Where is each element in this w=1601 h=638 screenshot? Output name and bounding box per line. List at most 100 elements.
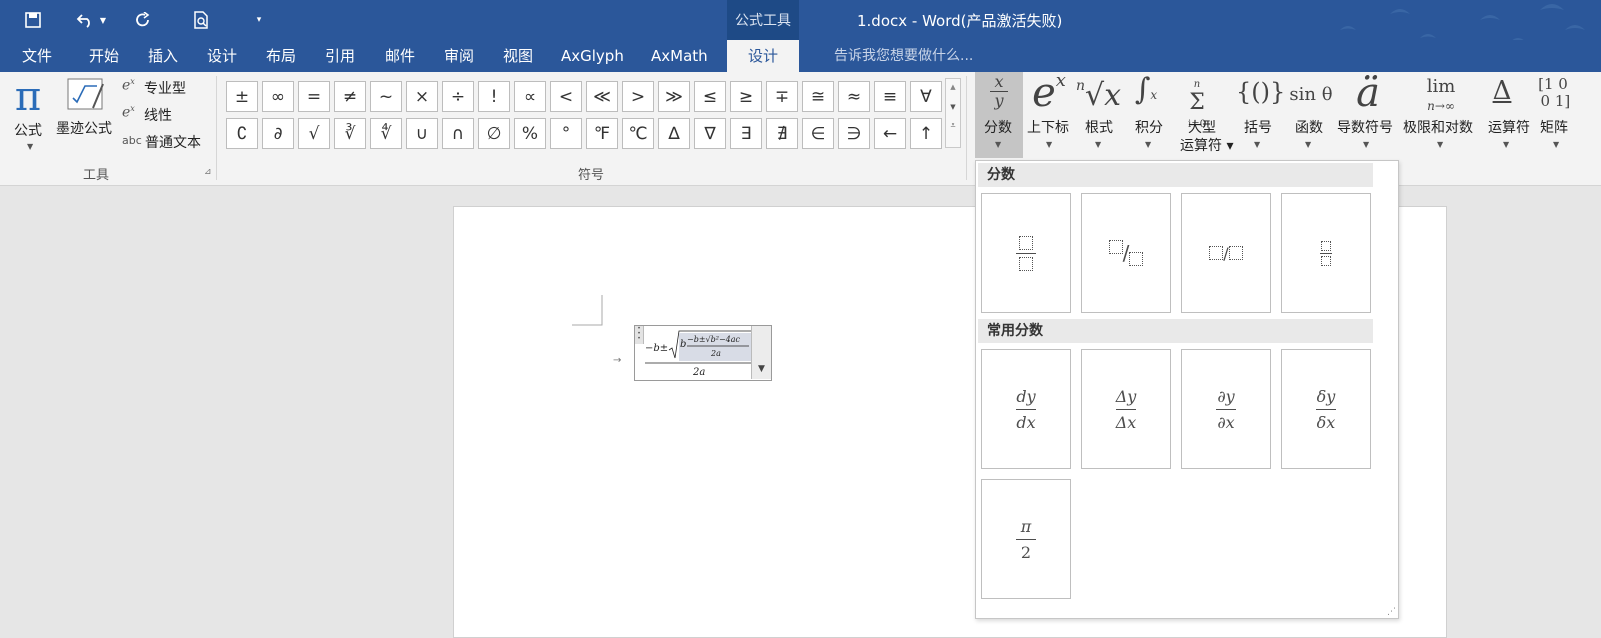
tab-mailings[interactable]: 邮件 — [385, 40, 415, 72]
numerator-placeholder-icon — [1019, 235, 1033, 250]
tab-layout[interactable]: 布局 — [266, 40, 296, 72]
tab-insert[interactable]: 插入 — [148, 40, 178, 72]
symbol-button[interactable]: ∪ — [406, 118, 438, 149]
symbol-button[interactable]: ≅ — [802, 81, 834, 112]
symbol-button[interactable]: ∄ — [766, 118, 798, 149]
symbol-button[interactable]: ° — [550, 118, 582, 149]
stacked-fraction-option[interactable] — [981, 193, 1071, 313]
symbol-button[interactable]: ∜ — [370, 118, 402, 149]
symbol-button[interactable]: ∞ — [262, 81, 294, 112]
symbol-button[interactable]: ≥ — [730, 81, 762, 112]
tab-file[interactable]: 文件 — [22, 40, 52, 72]
scroll-up-icon[interactable]: ▲ — [946, 83, 960, 91]
symbol-button[interactable]: ~ — [370, 81, 402, 112]
symbol-button[interactable]: ∃ — [730, 118, 762, 149]
resize-grip-icon[interactable]: ⋰ — [1387, 607, 1396, 617]
fraction-numerator: dy — [1016, 386, 1036, 406]
function-label: 函数 — [1295, 120, 1323, 136]
svg-text:−b±√b²−4ac: −b±√b²−4ac — [687, 335, 741, 344]
print-preview-icon[interactable] — [188, 8, 214, 32]
common-fraction-partial-y-partial-x[interactable]: ∂y ∂x — [1181, 349, 1271, 469]
save-icon[interactable] — [20, 8, 46, 32]
skewed-fraction-option[interactable]: / — [1081, 193, 1171, 313]
tab-home[interactable]: 开始 — [89, 40, 119, 72]
symbol-button[interactable]: ≈ — [838, 81, 870, 112]
symbol-button[interactable]: ← — [874, 118, 906, 149]
fraction-icon: xy — [983, 74, 1015, 109]
symbol-button[interactable]: % — [514, 118, 546, 149]
symbol-button[interactable]: ∁ — [226, 118, 258, 149]
tell-me-search[interactable]: 告诉我您想要做什么... — [834, 40, 973, 72]
symbol-button[interactable]: ≪ — [586, 81, 618, 112]
svg-text:2a: 2a — [710, 349, 721, 358]
symbol-button[interactable]: = — [298, 81, 330, 112]
fraction-numerator: π — [1020, 516, 1032, 536]
symbol-button[interactable]: ≠ — [334, 81, 366, 112]
small-fraction-option[interactable] — [1281, 193, 1371, 313]
fraction-label: 分数 — [984, 120, 1012, 136]
fraction-denominator: dx — [1016, 412, 1036, 432]
tab-references[interactable]: 引用 — [325, 40, 355, 72]
symbol-button[interactable]: > — [622, 81, 654, 112]
formula-label: 公式 — [14, 123, 42, 139]
scroll-down-icon[interactable]: ▼ — [946, 103, 960, 111]
undo-dropdown-icon[interactable]: ▼ — [96, 8, 110, 32]
tab-equation-design[interactable]: 设计 — [727, 40, 799, 72]
dialog-launcher-icon[interactable]: ⊿ — [204, 167, 212, 177]
common-fraction-small-delta-y-delta-x[interactable]: δy δx — [1281, 349, 1371, 469]
denominator-placeholder-icon — [1019, 256, 1033, 271]
symbol-button[interactable]: ∂ — [262, 118, 294, 149]
symbol-button[interactable]: ℉ — [586, 118, 618, 149]
symbol-button[interactable]: ↑ — [910, 118, 942, 149]
linear-format-icon: ex — [122, 104, 135, 121]
symbol-button[interactable]: ≤ — [694, 81, 726, 112]
symbol-button[interactable]: ∩ — [442, 118, 474, 149]
accent-icon: ä — [1356, 70, 1380, 116]
equation-options-button[interactable]: ▼ — [751, 326, 771, 379]
redo-icon[interactable] — [130, 8, 156, 32]
symbol-button[interactable]: ∆ — [658, 118, 690, 149]
symbol-button[interactable]: < — [550, 81, 582, 112]
document-title: 1.docx - Word(产品激活失败) — [857, 12, 1063, 30]
limit-icon: lim n→∞ — [1426, 76, 1456, 114]
symbol-button[interactable]: ∈ — [802, 118, 834, 149]
gallery-more-icon[interactable]: ⩡ — [946, 121, 960, 131]
linear-label: 线性 — [144, 108, 172, 124]
symbols-gallery-scroll[interactable]: ▲ ▼ ⩡ — [945, 78, 961, 148]
common-fraction-delta-y-delta-x[interactable]: Δy Δx — [1081, 349, 1171, 469]
professional-format-icon: ex — [122, 77, 135, 94]
symbol-button[interactable]: ∋ — [838, 118, 870, 149]
equation-container[interactable]: • • • ▼ −b± b −b±√b²−4ac 2a 2a — [634, 325, 772, 381]
common-fraction-pi-over-2[interactable]: π2 — [981, 479, 1071, 599]
symbol-button[interactable]: ∀ — [910, 81, 942, 112]
title-bar: ▼ ▾ 公式工具 1.docx - Word(产品激活失败) — [0, 0, 1601, 42]
symbol-button[interactable]: ! — [478, 81, 510, 112]
customize-qat-icon[interactable]: ▾ — [246, 8, 272, 32]
symbol-button[interactable]: ∛ — [334, 118, 366, 149]
tab-review[interactable]: 审阅 — [444, 40, 474, 72]
ink-equation-label: 墨迹公式 — [56, 121, 112, 137]
symbol-button[interactable]: ∓ — [766, 81, 798, 112]
symbol-button[interactable]: ÷ — [442, 81, 474, 112]
symbol-button[interactable]: ∅ — [478, 118, 510, 149]
symbol-button[interactable]: ∝ — [514, 81, 546, 112]
radical-label: 根式 — [1085, 120, 1113, 136]
tab-axglyph[interactable]: AxGlyph — [561, 40, 624, 72]
symbol-button[interactable]: ≫ — [658, 81, 690, 112]
symbol-button[interactable]: √ — [298, 118, 330, 149]
fraction-denominator: δx — [1316, 412, 1336, 432]
denominator-placeholder-icon — [1129, 252, 1144, 266]
operator-label: 运算符 — [1488, 120, 1530, 136]
symbol-button[interactable]: ≡ — [874, 81, 906, 112]
tab-axmath[interactable]: AxMath — [651, 40, 708, 72]
large-operator-label-1: 大型 — [1188, 120, 1216, 136]
linear-fraction-option[interactable]: / — [1181, 193, 1271, 313]
tab-view[interactable]: 视图 — [503, 40, 533, 72]
undo-icon[interactable] — [72, 8, 98, 32]
symbol-button[interactable]: ∇ — [694, 118, 726, 149]
tab-design[interactable]: 设计 — [207, 40, 237, 72]
symbol-button[interactable]: ± — [226, 81, 258, 112]
symbol-button[interactable]: × — [406, 81, 438, 112]
symbol-button[interactable]: ℃ — [622, 118, 654, 149]
common-fraction-dy-dx[interactable]: dy dx — [981, 349, 1071, 469]
